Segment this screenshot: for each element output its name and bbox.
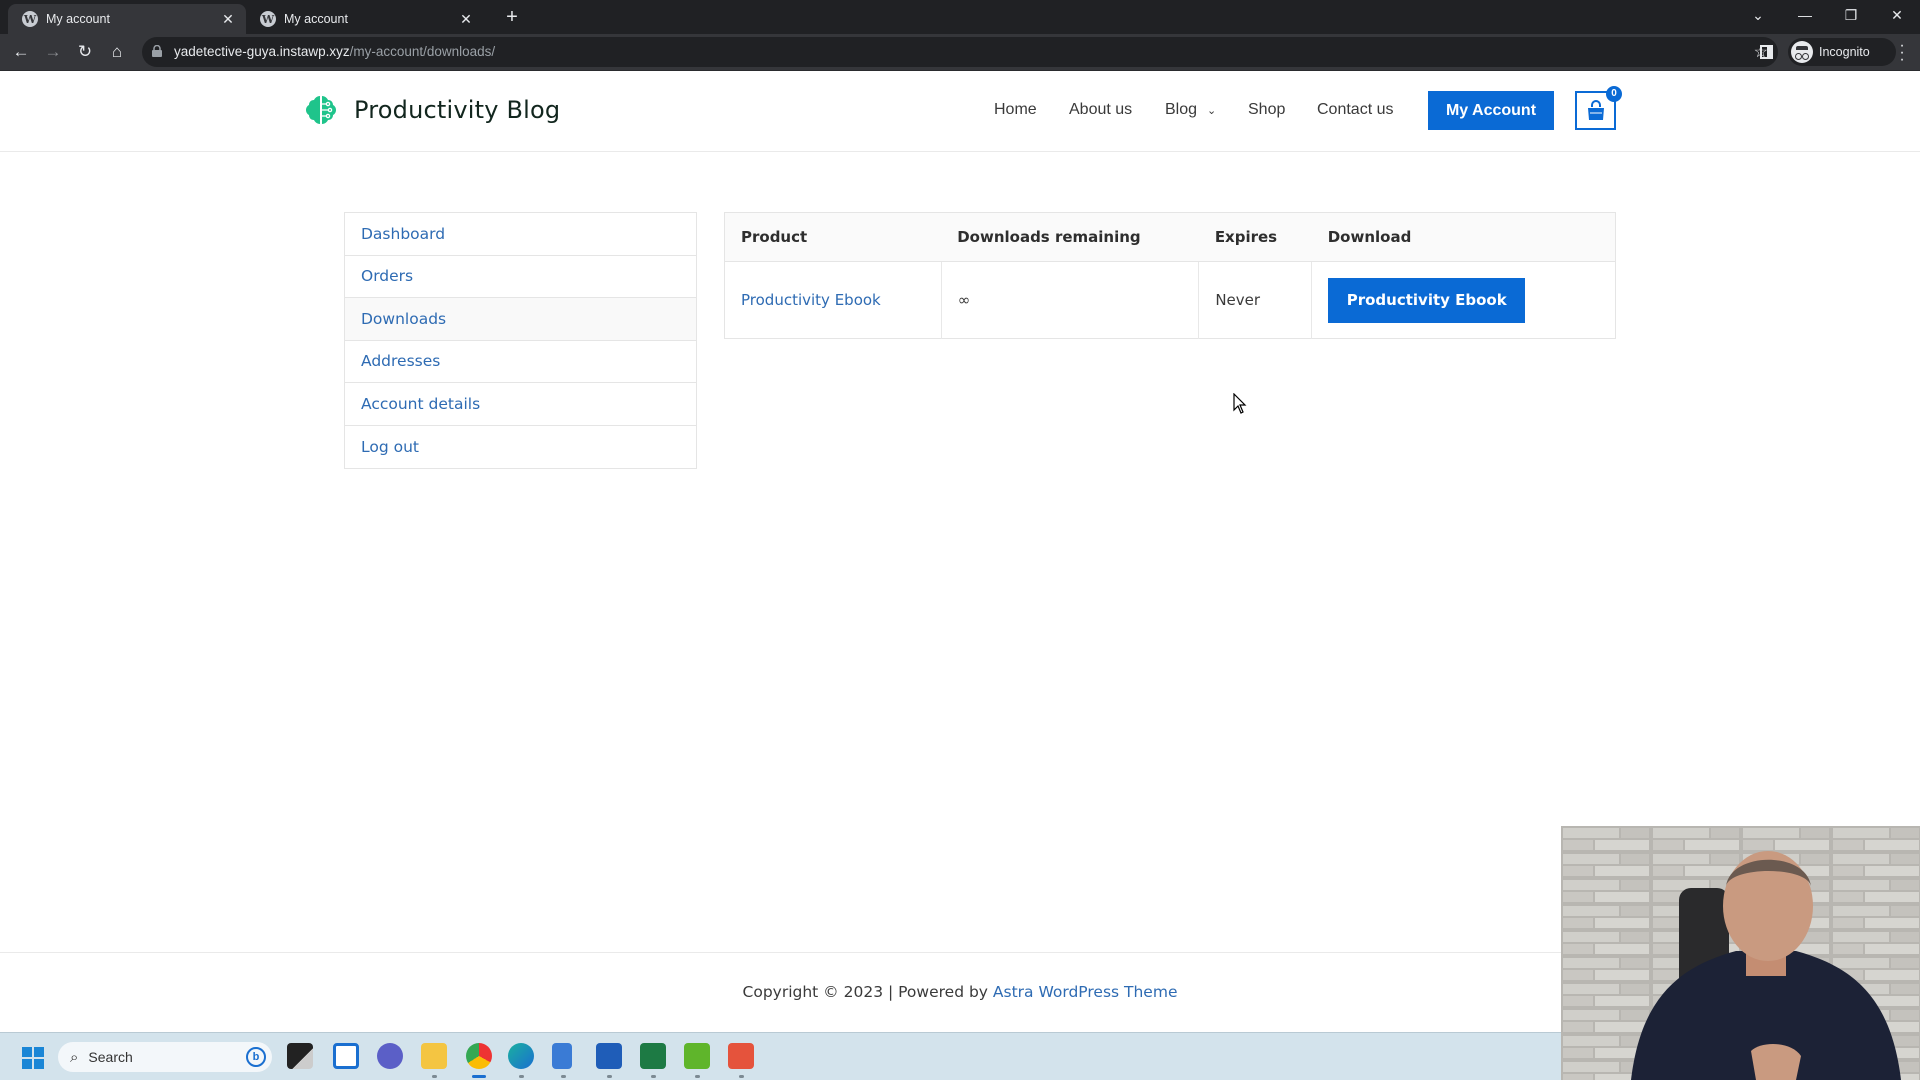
site-logo[interactable]: Productivity Blog [304, 93, 560, 127]
webcam-overlay [1561, 826, 1920, 1080]
incognito-icon [1791, 41, 1813, 63]
back-icon[interactable]: ← [8, 39, 34, 65]
restore-icon[interactable]: ❐ [1836, 3, 1866, 27]
reload-icon[interactable]: ↻ [72, 39, 98, 65]
close-tab-icon[interactable]: ✕ [218, 11, 238, 28]
site-header: Productivity Blog Home About us Blog ⌄ Sh… [0, 71, 1920, 152]
close-window-icon[interactable]: ✕ [1882, 3, 1912, 27]
chevron-down-icon: ⌄ [1207, 105, 1217, 117]
tab-search-icon[interactable]: ⌄ [1743, 3, 1773, 27]
nav-about-us[interactable]: About us [1069, 101, 1132, 119]
download-file-button[interactable]: Productivity Ebook [1328, 277, 1526, 323]
nav-home[interactable]: Home [994, 101, 1037, 119]
notepad-icon[interactable] [552, 1043, 572, 1069]
incognito-badge[interactable]: Incognito [1788, 38, 1896, 66]
running-indicator [519, 1075, 524, 1078]
file-explorer-icon[interactable] [287, 1043, 313, 1069]
nav-shop[interactable]: Shop [1248, 101, 1285, 119]
chrome-icon[interactable] [466, 1043, 492, 1069]
downloads-table: Product Downloads remaining Expires Down… [724, 212, 1616, 339]
account-nav-account-details[interactable]: Account details [345, 383, 696, 426]
word-icon[interactable] [596, 1043, 622, 1069]
column-header-downloads-remaining: Downloads remaining [941, 212, 1199, 262]
downloads-remaining-cell: ∞ [941, 261, 1200, 339]
browser-tab[interactable]: W My account ✕ [8, 4, 246, 34]
teams-icon[interactable] [377, 1043, 403, 1069]
lock-icon [152, 45, 162, 57]
expires-cell: Never [1198, 261, 1313, 339]
side-panel-icon[interactable] [1760, 45, 1773, 59]
active-indicator [472, 1075, 486, 1078]
wordpress-icon: W [260, 11, 276, 27]
windows-start-icon[interactable] [22, 1047, 44, 1069]
url-path: /my-account/downloads/ [349, 44, 496, 59]
camtasia-icon[interactable] [684, 1043, 710, 1069]
address-bar[interactable]: yadetective-guya.instawp.xyz/my-account/… [142, 37, 1778, 67]
forward-icon[interactable]: → [40, 39, 66, 65]
nav-blog[interactable]: Blog ⌄ [1165, 101, 1216, 119]
home-icon[interactable]: ⌂ [104, 39, 130, 65]
running-indicator [695, 1075, 700, 1078]
column-header-product: Product [724, 212, 942, 262]
incognito-label: Incognito [1819, 45, 1870, 59]
brain-logo-icon [306, 96, 336, 124]
copyright-label: Copyright © 2023 | Powered by [742, 983, 993, 1001]
cart-count-badge: 0 [1606, 86, 1622, 102]
taskbar-search-placeholder: Search [88, 1049, 133, 1065]
minimize-icon[interactable]: — [1790, 3, 1820, 27]
account-nav-log-out[interactable]: Log out [345, 426, 696, 469]
account-nav-dashboard[interactable]: Dashboard [345, 213, 696, 256]
browser-tab-strip: W My account ✕ W My account ✕ + ⌄ — ❐ ✕ [0, 0, 1920, 34]
account-navigation: Dashboard Orders Downloads Addresses Acc… [344, 212, 697, 469]
url-text: yadetective-guya.instawp.xyz/my-account/… [174, 44, 495, 59]
running-indicator [432, 1075, 437, 1078]
nav-contact-us[interactable]: Contact us [1317, 101, 1393, 119]
site-title: Productivity Blog [354, 96, 561, 124]
url-domain: yadetective-guya.instawp.xyz [174, 44, 350, 59]
nav-blog-label: Blog [1165, 101, 1198, 118]
account-nav-addresses[interactable]: Addresses [345, 341, 696, 383]
folder-icon[interactable] [421, 1043, 447, 1069]
new-tab-button[interactable]: + [500, 6, 524, 30]
account-nav-downloads[interactable]: Downloads [345, 298, 696, 341]
download-cell: Productivity Ebook [1312, 262, 1616, 339]
bing-icon[interactable]: b [246, 1047, 266, 1067]
tab-title: My account [46, 12, 110, 26]
cart-button[interactable]: 0 [1575, 86, 1622, 130]
tab-title: My account [284, 12, 348, 26]
browser-tab[interactable]: W My account ✕ [246, 4, 484, 34]
wordpress-icon: W [22, 11, 38, 27]
product-link[interactable]: Productivity Ebook [741, 291, 881, 309]
mouse-cursor-icon [1233, 393, 1247, 414]
table-row: Productivity Ebook ∞ Never Productivity … [724, 261, 1616, 339]
task-view-icon[interactable] [333, 1043, 359, 1069]
table-header-row: Product Downloads remaining Expires Down… [724, 212, 1616, 262]
browser-menu-icon[interactable]: · · · [1892, 38, 1912, 68]
taskbar-search[interactable]: ⌕ Search b [58, 1042, 272, 1072]
shopping-bag-icon [1588, 100, 1604, 120]
column-header-expires: Expires [1198, 212, 1312, 262]
close-tab-icon[interactable]: ✕ [456, 11, 476, 28]
running-indicator [739, 1075, 744, 1078]
column-header-download: Download [1311, 212, 1616, 262]
excel-icon[interactable] [640, 1043, 666, 1069]
presenter-video-image [1561, 826, 1920, 1080]
my-account-button[interactable]: My Account [1428, 91, 1554, 130]
running-indicator [651, 1075, 656, 1078]
running-indicator [607, 1075, 612, 1078]
camtasia-recorder-icon[interactable] [728, 1043, 754, 1069]
theme-link[interactable]: Astra WordPress Theme [993, 983, 1178, 1001]
search-icon: ⌕ [70, 1048, 79, 1066]
edge-icon[interactable] [508, 1043, 534, 1069]
product-cell: Productivity Ebook [724, 261, 942, 339]
browser-toolbar: ← → ↻ ⌂ yadetective-guya.instawp.xyz/my-… [0, 34, 1920, 71]
running-indicator [561, 1075, 566, 1078]
account-nav-orders[interactable]: Orders [345, 256, 696, 298]
